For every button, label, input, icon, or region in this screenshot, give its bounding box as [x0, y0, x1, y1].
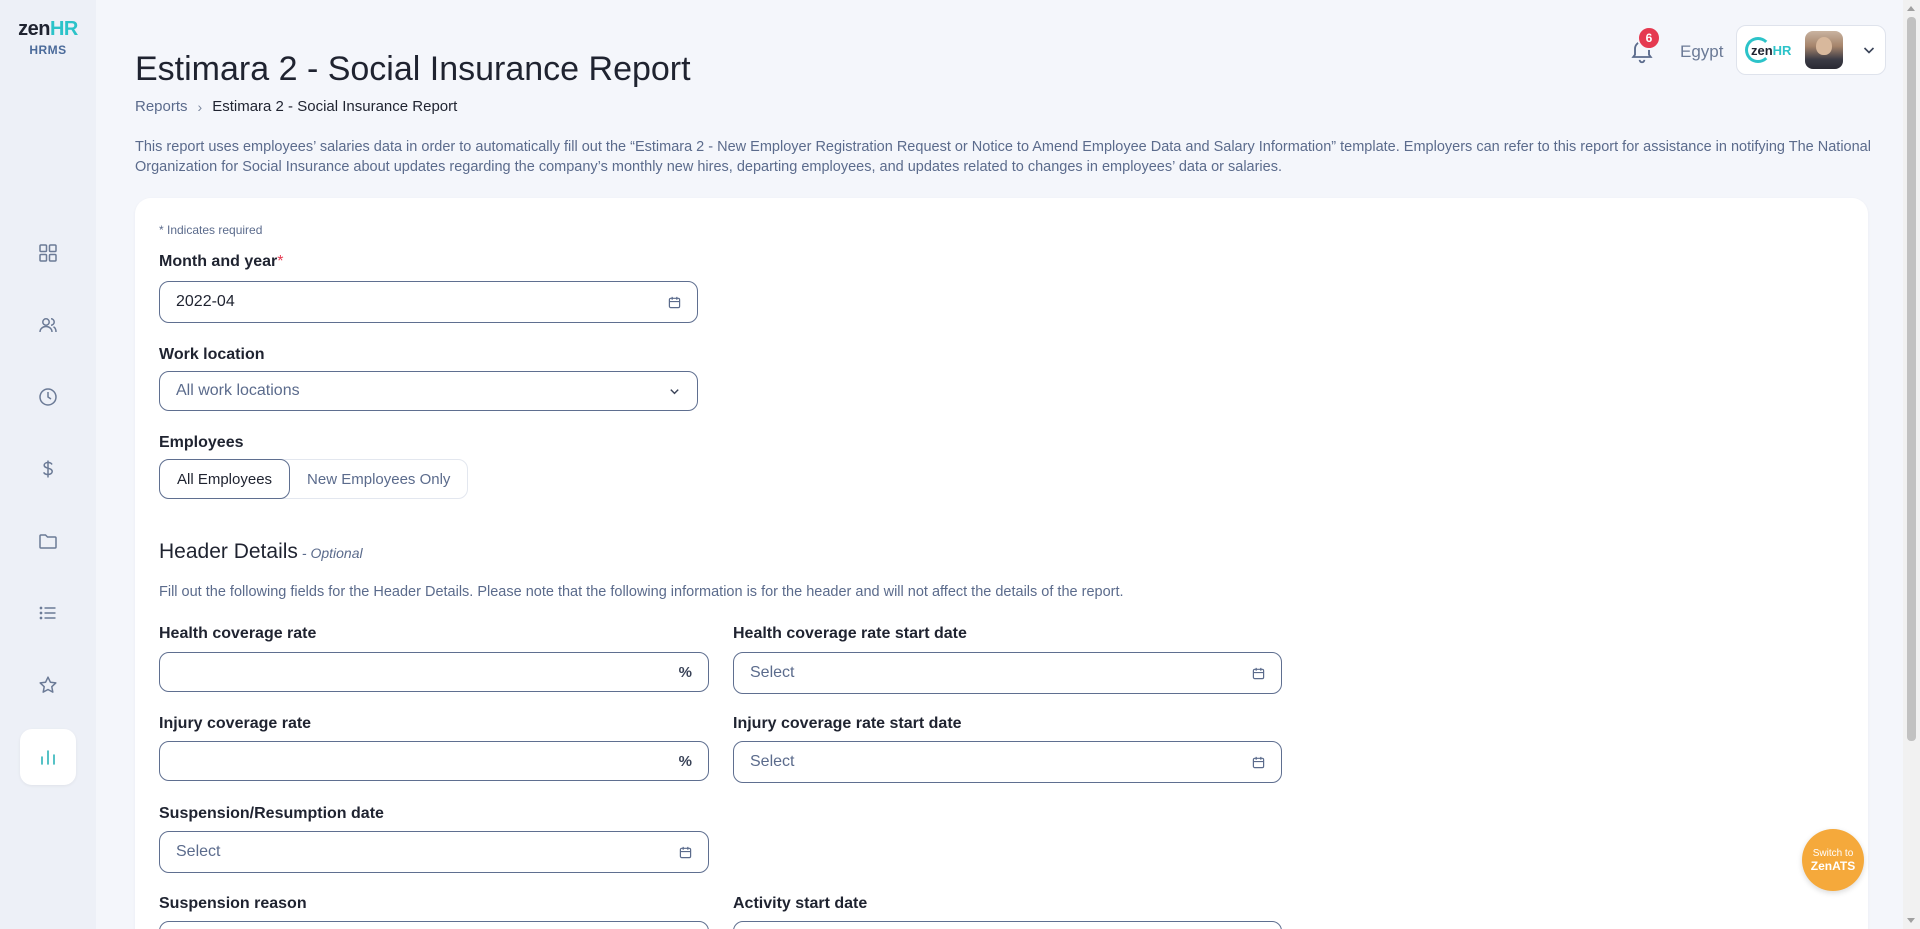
all-employees-option[interactable]: All Employees — [159, 459, 291, 499]
fab-line1: Switch to — [1812, 847, 1854, 859]
health-coverage-start-placeholder: Select — [750, 664, 795, 681]
country-label: Egypt — [1680, 42, 1724, 61]
sidebar: zenHR HRMS — [0, 0, 96, 929]
list-icon — [39, 606, 56, 620]
injury-coverage-rate-label: Injury coverage rate — [159, 715, 312, 732]
calendar-icon — [678, 845, 692, 859]
injury-coverage-start-label: Injury coverage rate start date — [733, 715, 962, 732]
folder-icon — [39, 534, 57, 549]
suspension-reason-select[interactable] — [159, 921, 709, 929]
scrollbar-thumb[interactable] — [1907, 17, 1916, 741]
health-coverage-rate-label: Health coverage rate — [159, 625, 317, 642]
suspension-date-input[interactable]: Select — [159, 831, 709, 873]
logo-text: zen — [18, 18, 50, 40]
chevron-down-icon — [667, 384, 681, 398]
dashboard-icon — [39, 244, 57, 262]
month-year-value: 2022-04 — [176, 293, 235, 310]
scroll-down-arrow-icon[interactable] — [1907, 918, 1915, 923]
health-coverage-start-date-input[interactable]: Select — [733, 652, 1282, 694]
calendar-icon — [667, 295, 681, 309]
breadcrumb: Reports › Estimara 2 - Social Insurance … — [135, 98, 457, 115]
sidebar-item-performance[interactable] — [20, 657, 76, 713]
product-name: HRMS — [29, 43, 67, 57]
month-year-input[interactable]: 2022-04 — [159, 281, 698, 323]
required-mark: * — [277, 253, 284, 270]
work-location-label: Work location — [159, 346, 265, 363]
chevron-right-icon: › — [197, 98, 203, 115]
page-title: Estimara 2 - Social Insurance Report — [135, 50, 691, 88]
report-form-card: * Indicates required Month and year* 202… — [135, 198, 1868, 929]
optional-tag: - Optional — [301, 545, 363, 561]
header-details-title: Header Details - Optional — [159, 540, 363, 564]
month-year-label: Month and year* — [159, 253, 283, 271]
calendar-icon — [1251, 755, 1265, 769]
star-icon — [39, 676, 57, 693]
header-details-title-text: Header Details — [159, 540, 298, 563]
injury-coverage-rate-input[interactable]: % — [159, 741, 709, 781]
breadcrumb-current: Estimara 2 - Social Insurance Report — [212, 98, 458, 115]
dollar-icon — [43, 460, 53, 478]
sidebar-item-requests[interactable] — [20, 585, 76, 641]
injury-coverage-start-date-input[interactable]: Select — [733, 741, 1282, 783]
bar-chart-icon — [41, 750, 55, 765]
employees-toggle: All Employees New Employees Only — [159, 459, 469, 499]
scroll-up-arrow-icon[interactable] — [1907, 6, 1915, 11]
calendar-icon — [1251, 666, 1265, 680]
new-employees-only-option[interactable]: New Employees Only — [290, 460, 467, 498]
activity-start-date-label: Activity start date — [733, 895, 868, 912]
clock-icon — [39, 388, 57, 406]
logo-text-accent: HR — [49, 18, 78, 40]
zenhr-logo[interactable]: zenHR HRMS — [12, 18, 84, 57]
sidebar-item-documents[interactable] — [20, 513, 76, 569]
employees-label: Employees — [159, 434, 244, 451]
fab-line2: ZenATS — [1810, 858, 1856, 873]
activity-start-date-input[interactable] — [733, 921, 1282, 929]
chevron-down-icon — [1863, 47, 1875, 54]
required-note: * Indicates required — [159, 223, 263, 237]
percent-icon: % — [678, 752, 692, 770]
company-logo-text: zen — [1751, 42, 1773, 58]
main-content: Estimara 2 - Social Insurance Report Rep… — [96, 0, 1920, 929]
notification-badge: 6 — [1637, 26, 1661, 50]
avatar — [1805, 31, 1844, 69]
sidebar-item-dashboard[interactable] — [20, 225, 76, 281]
company-logo-text-accent: HR — [1772, 42, 1792, 58]
sidebar-item-employees[interactable] — [20, 297, 76, 353]
injury-coverage-start-placeholder: Select — [750, 753, 795, 770]
account-switcher[interactable]: zenHR — [1736, 25, 1886, 75]
header-details-description: Fill out the following fields for the He… — [159, 584, 1124, 600]
suspension-reason-label: Suspension reason — [159, 895, 307, 912]
page-description: This report uses employees’ salaries dat… — [135, 139, 1871, 175]
sidebar-item-attendance[interactable] — [20, 369, 76, 425]
health-coverage-start-label: Health coverage rate start date — [733, 625, 967, 642]
page-scrollbar[interactable] — [1903, 0, 1920, 929]
sidebar-item-reports[interactable] — [20, 729, 76, 785]
breadcrumb-reports-link[interactable]: Reports — [135, 98, 188, 115]
suspension-date-placeholder: Select — [176, 843, 221, 860]
percent-icon: % — [678, 663, 692, 681]
people-icon — [39, 318, 57, 333]
switch-to-zenats-button[interactable]: Switch to ZenATS — [1802, 829, 1864, 891]
suspension-date-label: Suspension/Resumption date — [159, 805, 384, 822]
month-year-label-text: Month and year — [159, 253, 278, 270]
health-coverage-rate-input[interactable]: % — [159, 652, 709, 692]
sidebar-item-payroll[interactable] — [20, 441, 76, 497]
work-location-select[interactable]: All work locations — [159, 371, 698, 411]
work-location-value: All work locations — [176, 382, 300, 399]
company-logo: zenHR — [1745, 37, 1791, 63]
